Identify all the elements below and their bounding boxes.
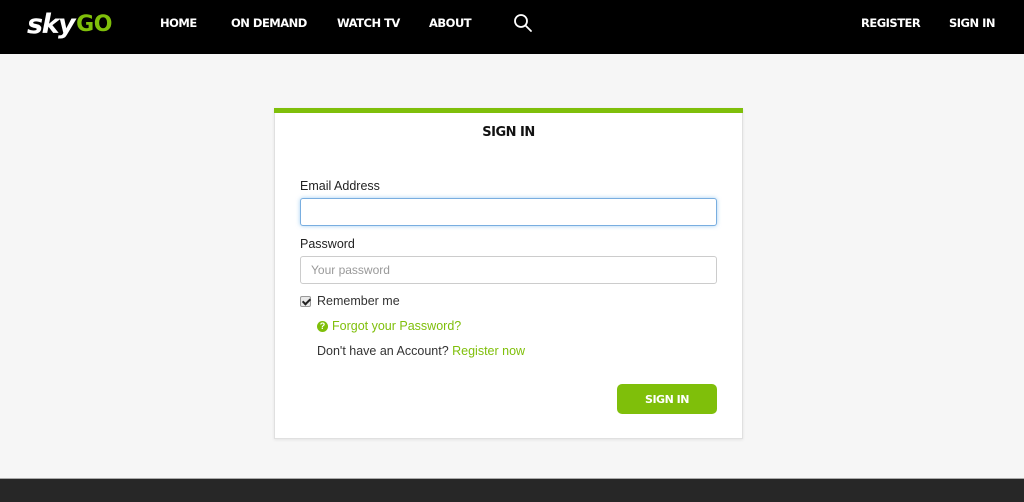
signin-card: SIGN IN Email Address Password Remember … xyxy=(274,108,743,439)
remember-me-label[interactable]: Remember me xyxy=(317,294,400,308)
email-field[interactable] xyxy=(300,198,717,226)
signin-title: SIGN IN xyxy=(482,125,535,140)
card-accent-bar xyxy=(274,108,743,113)
top-navigation-bar: sky GO HOME ON DEMAND WATCH TV ABOUT REG… xyxy=(0,0,1024,54)
register-now-link[interactable]: Register now xyxy=(452,344,525,358)
sky-go-logo[interactable]: sky GO xyxy=(27,4,112,44)
search-icon[interactable] xyxy=(513,13,533,33)
footer xyxy=(0,478,1024,502)
no-account-text: Don't have an Account? Register now xyxy=(317,344,525,358)
no-account-label: Don't have an Account? xyxy=(317,344,453,358)
remember-me-checkbox[interactable] xyxy=(300,296,311,307)
register-link[interactable]: REGISTER xyxy=(861,16,921,30)
password-label: Password xyxy=(300,237,355,251)
nav-on-demand[interactable]: ON DEMAND xyxy=(231,16,307,30)
forgot-password-link[interactable]: ? Forgot your Password? xyxy=(317,319,461,333)
signin-button[interactable]: SIGN IN xyxy=(617,384,717,414)
nav-home[interactable]: HOME xyxy=(160,16,197,30)
password-field[interactable] xyxy=(300,256,717,284)
question-circle-icon: ? xyxy=(317,320,328,332)
nav-about[interactable]: ABOUT xyxy=(429,16,472,30)
forgot-password-text: Forgot your Password? xyxy=(332,319,462,333)
logo-go: GO xyxy=(76,11,112,37)
email-label: Email Address xyxy=(300,179,380,193)
signin-link[interactable]: SIGN IN xyxy=(949,16,996,30)
nav-watch-tv[interactable]: WATCH TV xyxy=(337,16,400,30)
logo-sky: sky xyxy=(27,8,76,40)
